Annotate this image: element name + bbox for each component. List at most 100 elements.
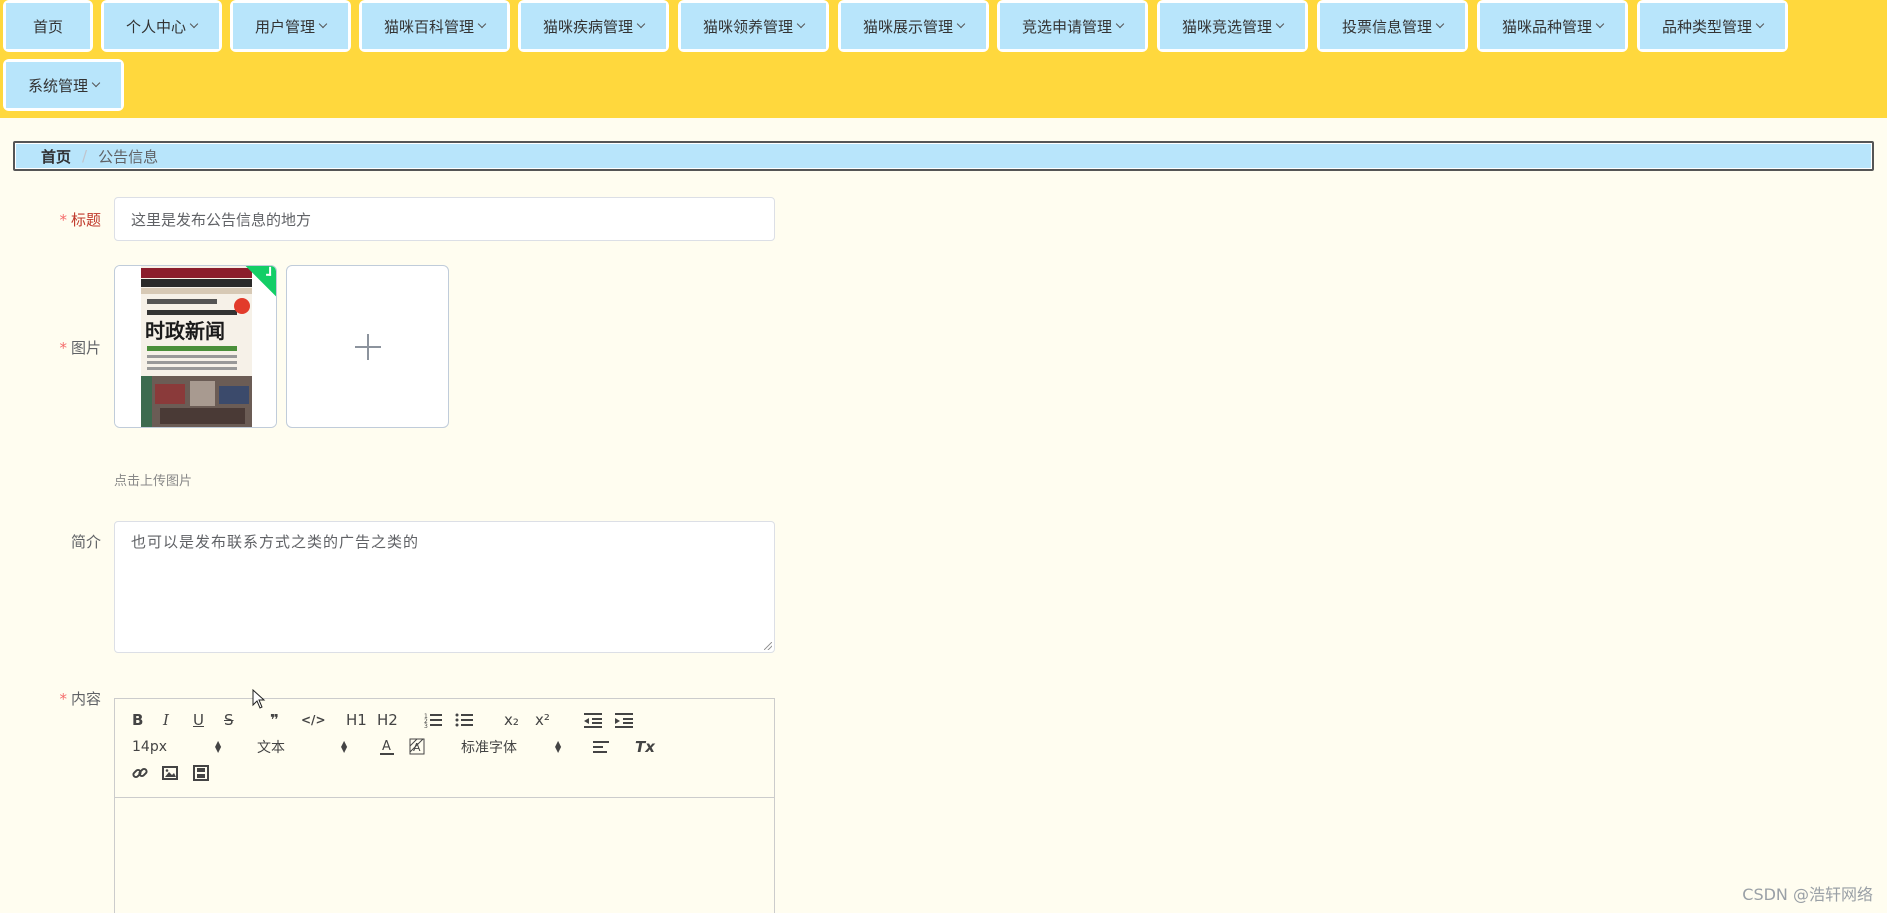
chevron-down-icon <box>318 19 328 29</box>
title-input[interactable]: 这里是发布公告信息的地方 <box>114 197 775 241</box>
header-picker[interactable]: 文本 ▲ ▼ <box>257 737 352 757</box>
required-mark: * <box>59 211 67 229</box>
editor-toolbar: B I U S ❞ </> H1 H2 123 x₂ x² 14px ▲ ▼ 文本… <box>115 699 774 798</box>
nav-item-label: 猫咪品种管理 <box>1501 17 1592 36</box>
intro-value: 也可以是发布联系方式之类的广告之类的 <box>131 533 420 551</box>
chevron-down-icon <box>189 19 199 29</box>
h1-button[interactable]: H1 <box>346 710 367 730</box>
breadcrumb-home-link[interactable]: 首页 <box>41 146 71 167</box>
nav-item-cat-adoption[interactable]: 猫咪领养管理 <box>678 0 829 52</box>
title-input-value: 这里是发布公告信息的地方 <box>131 210 312 229</box>
rich-text-editor: B I U S ❞ </> H1 H2 123 x₂ x² 14px ▲ ▼ 文本… <box>114 698 775 913</box>
h2-button[interactable]: H2 <box>377 710 398 730</box>
svg-text:A: A <box>413 741 421 754</box>
intro-label: 简介 <box>70 533 101 551</box>
nav-item-label: 猫咪领养管理 <box>702 17 793 36</box>
outdent-icon[interactable] <box>584 710 602 730</box>
intro-textarea[interactable]: 也可以是发布联系方式之类的广告之类的 <box>114 521 775 653</box>
required-mark: * <box>59 690 67 708</box>
nav-item-cat-disease[interactable]: 猫咪疾病管理 <box>518 0 669 52</box>
top-navigation: 首页 个人中心 用户管理 猫咪百科管理 猫咪疾病管理 猫咪领养管理 猫咪展示管理… <box>0 0 1887 118</box>
nav-item-campaign-application[interactable]: 竞选申请管理 <box>997 0 1148 52</box>
title-label: * 标题 <box>59 211 101 229</box>
nav-item-personal-center[interactable]: 个人中心 <box>101 0 222 52</box>
superscript-button[interactable]: x² <box>535 710 550 730</box>
bullet-list-icon[interactable] <box>455 710 473 730</box>
mouse-cursor-icon <box>252 689 266 709</box>
clean-format-icon[interactable]: Tx <box>635 737 655 757</box>
image-label: * 图片 <box>59 339 101 357</box>
uploaded-image-thumbnail[interactable]: 时政新闻 <box>114 265 277 428</box>
ordered-list-icon[interactable]: 123 <box>424 710 442 730</box>
editor-content-area[interactable] <box>115 798 774 913</box>
link-icon[interactable] <box>132 763 148 783</box>
font-size-value: 14px <box>132 739 167 755</box>
newspaper-cover-image: 时政新闻 <box>115 266 276 427</box>
nav-item-cat-campaign[interactable]: 猫咪竞选管理 <box>1157 0 1308 52</box>
align-icon[interactable] <box>593 737 609 757</box>
nav-item-label: 系统管理 <box>27 76 88 95</box>
nav-item-label: 猫咪竞选管理 <box>1181 17 1272 36</box>
watermark: CSDN @浩轩网络 <box>1742 885 1873 904</box>
subscript-button[interactable]: x₂ <box>504 710 519 730</box>
chevron-down-icon <box>477 19 487 29</box>
picker-arrows-icon: ▲ ▼ <box>341 739 348 754</box>
cover-headline: 时政新闻 <box>145 319 225 343</box>
nav-item-label: 品种类型管理 <box>1661 17 1752 36</box>
bold-button[interactable]: B <box>132 710 143 730</box>
nav-item-cat-showcase[interactable]: 猫咪展示管理 <box>838 0 989 52</box>
quote-icon[interactable]: ❞ <box>270 710 279 730</box>
code-block-icon[interactable]: </> <box>301 710 326 730</box>
required-mark: * <box>59 339 67 357</box>
nav-item-label: 猫咪疾病管理 <box>542 17 633 36</box>
content-label: * 内容 <box>59 690 101 708</box>
nav-item-cat-breed[interactable]: 猫咪品种管理 <box>1477 0 1628 52</box>
picker-arrows-icon: ▲ ▼ <box>555 739 562 754</box>
breadcrumb-current: 公告信息 <box>98 147 159 166</box>
chevron-down-icon <box>796 19 806 29</box>
chevron-down-icon <box>91 78 101 88</box>
svg-text:3: 3 <box>424 723 428 728</box>
font-size-picker[interactable]: 14px ▲ ▼ <box>132 737 227 757</box>
strike-button[interactable]: S <box>224 710 234 730</box>
nav-item-system-management[interactable]: 系统管理 <box>3 59 124 111</box>
font-color-icon[interactable]: A <box>379 737 395 757</box>
nav-item-home[interactable]: 首页 <box>3 0 93 52</box>
breadcrumb: 首页 / 公告信息 <box>13 141 1874 171</box>
nav-item-label: 个人中心 <box>125 17 186 36</box>
indent-icon[interactable] <box>615 710 633 730</box>
chevron-down-icon <box>1275 19 1285 29</box>
nav-item-label: 投票信息管理 <box>1341 17 1432 36</box>
nav-item-label: 竞选申请管理 <box>1021 17 1112 36</box>
resize-handle-icon[interactable] <box>764 642 772 650</box>
breadcrumb-separator: / <box>82 147 88 165</box>
font-family-value: 标准字体 <box>461 740 517 756</box>
image-icon[interactable] <box>162 763 178 783</box>
nav-item-user-management[interactable]: 用户管理 <box>230 0 351 52</box>
chevron-down-icon <box>956 19 966 29</box>
font-family-picker[interactable]: 标准字体 ▲ ▼ <box>461 737 571 757</box>
nav-item-label: 用户管理 <box>254 17 315 36</box>
chevron-down-icon <box>1595 19 1605 29</box>
chevron-down-icon <box>1115 19 1125 29</box>
svg-text:A: A <box>382 739 391 754</box>
chevron-down-icon <box>1755 19 1765 29</box>
video-icon[interactable] <box>193 763 209 783</box>
italic-button[interactable]: I <box>163 710 169 730</box>
underline-button[interactable]: U <box>193 710 204 730</box>
background-color-icon[interactable]: A <box>409 737 425 757</box>
nav-item-label: 首页 <box>32 17 63 36</box>
upload-hint: 点击上传图片 <box>114 474 193 489</box>
chevron-down-icon <box>1435 19 1445 29</box>
chevron-down-icon <box>636 19 646 29</box>
nav-item-cat-encyclopedia[interactable]: 猫咪百科管理 <box>359 0 510 52</box>
nav-item-breed-type[interactable]: 品种类型管理 <box>1637 0 1788 52</box>
nav-item-label: 猫咪百科管理 <box>383 17 474 36</box>
header-picker-value: 文本 <box>257 740 285 756</box>
image-upload-button[interactable] <box>286 265 449 428</box>
check-icon <box>266 266 272 276</box>
nav-item-vote-info[interactable]: 投票信息管理 <box>1317 0 1468 52</box>
picker-arrows-icon: ▲ ▼ <box>215 739 222 754</box>
nav-item-label: 猫咪展示管理 <box>862 17 953 36</box>
plus-icon <box>367 334 369 360</box>
